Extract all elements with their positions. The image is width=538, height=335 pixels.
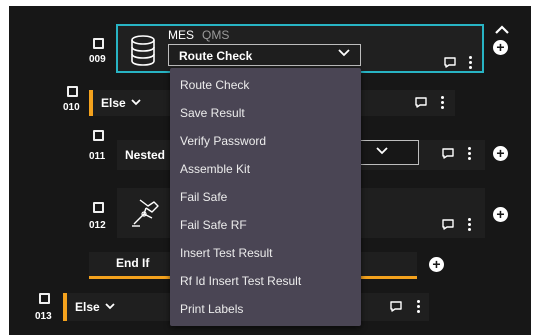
dropdown-option-save-result[interactable]: Save Result [180,106,245,120]
step-010-checkbox[interactable] [67,86,78,97]
chevron-down-icon[interactable] [131,99,141,106]
database-icon [131,35,155,66]
workflow-canvas: 009 MES QMS Route Check + 010 Else 011 N… [9,6,531,335]
step-011-number: 011 [89,151,106,162]
dropdown-option-fail-safe[interactable]: Fail Safe [180,190,227,204]
step-009-checkbox[interactable] [93,38,104,49]
add-step-button-009[interactable]: + [493,40,508,55]
more-menu-icon[interactable] [440,96,444,109]
step-012-number: 012 [89,220,106,231]
dropdown-option-verify-password[interactable]: Verify Password [180,134,266,148]
step-013-number: 013 [35,311,52,322]
dropdown-option-assemble-kit[interactable]: Assemble Kit [180,162,250,176]
add-step-button-endif[interactable]: + [429,257,444,272]
dropdown-option-print-labels[interactable]: Print Labels [180,302,243,316]
step-009-number: 009 [89,54,106,65]
select-value: Route Check [179,49,253,63]
step-011-checkbox[interactable] [93,130,104,141]
step-010-number: 010 [63,102,80,113]
end-if-label: End If [116,256,150,270]
dropdown-option-rf-id-insert-test-result[interactable]: Rf Id Insert Test Result [180,274,301,288]
dropdown-option-insert-test-result[interactable]: Insert Test Result [180,246,272,260]
add-step-button-012[interactable]: + [493,207,508,222]
chevron-down-icon [338,49,350,57]
step-013-label: Else [75,300,100,314]
tab-mes[interactable]: MES [168,28,194,42]
chevron-down-icon [376,147,388,155]
more-menu-icon[interactable] [467,218,471,231]
chevron-up-icon[interactable] [495,25,509,34]
branch-bar [63,293,67,321]
branch-bar [89,90,93,116]
comment-icon[interactable] [442,219,454,230]
step-type-dropdown: Route Check Save Result Verify Password … [170,68,361,326]
step-010-label: Else [101,96,126,110]
more-menu-icon[interactable] [467,147,471,160]
step-011-label: Nested [125,148,166,162]
step-type-select[interactable]: Route Check [168,44,361,66]
more-menu-icon[interactable] [468,56,472,69]
more-menu-icon[interactable] [416,300,420,313]
comment-icon[interactable] [390,301,402,312]
comment-icon[interactable] [415,97,427,108]
dropdown-option-fail-safe-rf[interactable]: Fail Safe RF [180,218,247,232]
step-013-checkbox[interactable] [39,293,50,304]
step-011-select[interactable] [359,140,419,165]
tab-qms[interactable]: QMS [202,28,229,42]
comment-icon[interactable] [442,148,454,159]
chevron-down-icon[interactable] [105,303,115,310]
dropdown-option-route-check[interactable]: Route Check [180,78,249,92]
add-step-button-011[interactable]: + [493,146,508,161]
robot-arm-icon [132,199,159,227]
step-012-checkbox[interactable] [93,202,104,213]
comment-icon[interactable] [444,57,456,68]
